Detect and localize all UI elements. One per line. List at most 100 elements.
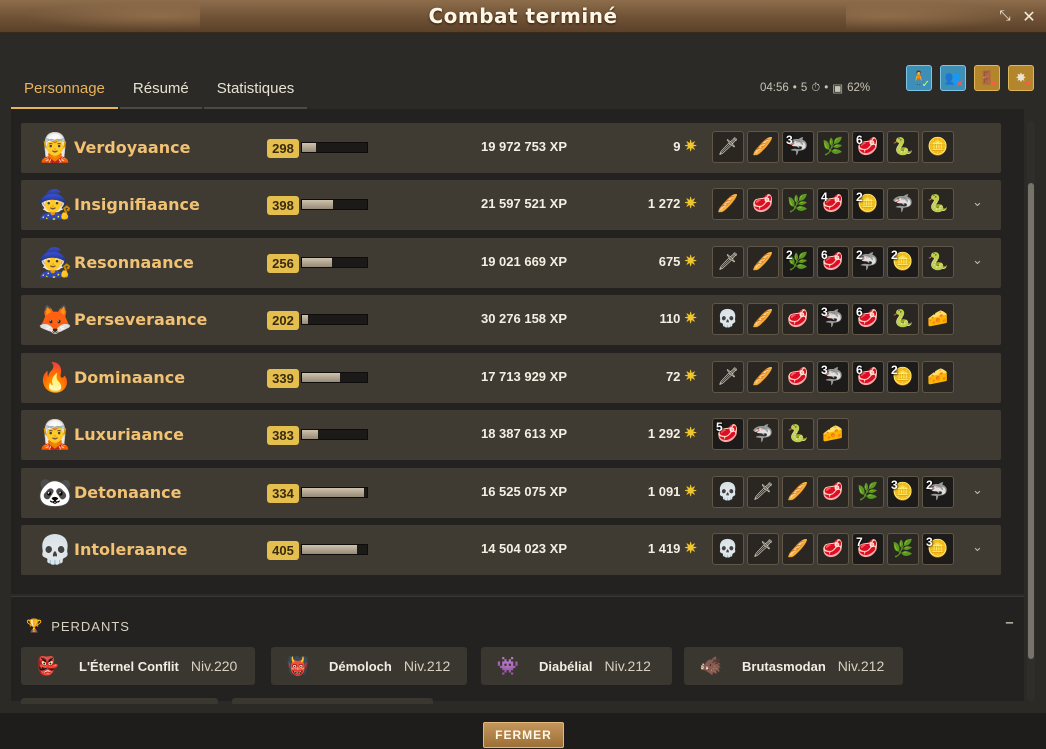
spectator-allowed-icon[interactable]: 🧍 ✓ — [906, 65, 932, 91]
loser-card[interactable]: 👾 Diabélial Niv.212 — [481, 647, 672, 685]
loot-slot[interactable]: 🪙 3 — [887, 476, 919, 508]
loot-slot[interactable]: 🦈 2 — [852, 246, 884, 278]
loot-slot[interactable]: 🥩 7 — [852, 533, 884, 565]
winner-row[interactable]: 🧝 Luxuriaance 383 18 387 613 XP 1 292 ✷ 🥩 5 🦈 🐍 🧀 — [21, 410, 1001, 460]
loot-slot[interactable]: 🦈 2 — [922, 476, 954, 508]
loot-slot[interactable]: 🌿 — [887, 533, 919, 565]
loot-slot[interactable]: 🥩 — [782, 361, 814, 393]
loot-slot[interactable]: 🪙 2 — [887, 246, 919, 278]
loot-slot[interactable]: 🌿 — [817, 131, 849, 163]
chevron-down-icon[interactable]: ⌄ — [972, 483, 983, 498]
loot-slot[interactable]: 🥩 6 — [852, 131, 884, 163]
loot-slot[interactable]: 🥖 — [712, 188, 744, 220]
loot-slot[interactable]: 🐍 — [782, 418, 814, 450]
chevron-down-icon[interactable]: ⌄ — [972, 540, 983, 555]
minimize-icon[interactable]: ⤡ — [996, 7, 1014, 25]
loser-card[interactable]: 🐗 Brutasmodan Niv.212 — [684, 647, 903, 685]
kama-icon: ✷ — [684, 425, 697, 442]
loot-slot[interactable]: 🐍 — [887, 131, 919, 163]
loot-slot[interactable]: 🪙 2 — [852, 188, 884, 220]
loot-slot[interactable]: 🥖 — [747, 361, 779, 393]
winner-row[interactable]: 🧝 Verdoyaance 298 19 972 753 XP 9 ✷ 🗡 🥖 🦈 3 🌿 🥩 6 🐍 🪙 — [21, 123, 1001, 173]
loot-slot[interactable]: 🗡 — [712, 131, 744, 163]
loot-slot[interactable]: 🗡 — [747, 533, 779, 565]
group-locked-icon[interactable]: 👥 ✕ — [940, 65, 966, 91]
loot-slot[interactable]: 🪙 2 — [887, 361, 919, 393]
loot-slot[interactable]: 💀 — [712, 303, 744, 335]
winner-row[interactable]: 🧙 Resonnaance 256 19 021 669 XP 675 ✷ 🗡 🥖 🌿 2 🥩 6 🦈 2… — [21, 238, 1001, 288]
loser-card[interactable]: 👺 L'Éternel Conflit Niv.220 — [21, 647, 255, 685]
loot-slot[interactable]: 🥖 — [782, 476, 814, 508]
loot-slot[interactable]: 🥖 — [747, 303, 779, 335]
loot-item-icon: 🥩 — [752, 194, 774, 214]
character-name[interactable]: Detonaance — [74, 483, 181, 502]
loot-slot[interactable]: 🐍 — [922, 246, 954, 278]
loot-slot[interactable]: 🥩 — [782, 303, 814, 335]
loot-slot[interactable]: 🥖 — [747, 246, 779, 278]
loot-slot[interactable]: 🌿 — [852, 476, 884, 508]
character-name[interactable]: Resonnaance — [74, 253, 194, 272]
challenge-icon[interactable]: ✸ ✕ — [1008, 65, 1034, 91]
loot-slot[interactable]: 💀 — [712, 533, 744, 565]
loot-slot[interactable]: 🧀 — [817, 418, 849, 450]
chevron-down-icon[interactable]: ⌄ — [972, 253, 983, 268]
loot-slot[interactable]: 🦈 3 — [817, 303, 849, 335]
loot-item-icon: 🌿 — [857, 482, 879, 502]
winner-row[interactable]: 🔥 Dominaance 339 17 713 929 XP 72 ✷ 🗡 🥖 🥩 🦈 3 🥩 6 🪙 2 🧀 — [21, 353, 1001, 403]
loot-slot[interactable]: 🥩 6 — [817, 246, 849, 278]
close-icon[interactable]: ✕ — [1020, 7, 1038, 26]
mode-icons: 🧍 ✓ 👥 ✕ 🚪 ✕ ✸ ✕ — [906, 65, 1034, 91]
loot-slot[interactable]: 🌿 — [782, 188, 814, 220]
loot-slot[interactable]: 🥩 — [747, 188, 779, 220]
loot-slot[interactable]: 🐍 — [922, 188, 954, 220]
loot-slot[interactable]: 🥩 — [817, 476, 849, 508]
loser-card[interactable]: 👹 Démoloch Niv.212 — [271, 647, 467, 685]
character-name[interactable]: Perseveraance — [74, 310, 207, 329]
loot-slot[interactable]: 🥖 — [747, 131, 779, 163]
tab-resume[interactable]: Résumé — [119, 75, 202, 109]
loot-slot[interactable]: 🥩 — [817, 533, 849, 565]
loot-slot[interactable]: 🪙 — [922, 131, 954, 163]
xp-gained: 14 504 023 XP — [480, 541, 567, 556]
timer-icon: ⏱ — [811, 81, 821, 94]
character-name[interactable]: Verdoyaance — [74, 138, 190, 157]
loot-slot[interactable]: 🦈 — [887, 188, 919, 220]
winner-row[interactable]: 💀 Intoleraance 405 14 504 023 XP 1 419 ✷ 💀 🗡 🥖 🥩 🥩… — [21, 525, 1001, 575]
winner-row[interactable]: 🧙 Insignifiaance 398 21 597 521 XP 1 272 ✷ 🥖 🥩 🌿… — [21, 180, 1001, 230]
loot-slot[interactable]: 🥩 5 — [712, 418, 744, 450]
loot-item-icon: 🐍 — [927, 194, 949, 214]
character-name[interactable]: Insignifiaance — [74, 195, 200, 214]
loser-name: Démoloch — [329, 658, 392, 674]
scrollbar-thumb[interactable] — [1028, 183, 1034, 659]
character-name[interactable]: Intoleraance — [74, 540, 188, 559]
winner-row[interactable]: 🦊 Perseveraance 202 30 276 158 XP 110 ✷ 💀 🥖 🥩 🦈 3 🥩… — [21, 295, 1001, 345]
loot-slot[interactable]: 🦈 3 — [782, 131, 814, 163]
loot-slot[interactable]: 🗡 — [712, 361, 744, 393]
collapse-icon[interactable]: – — [1005, 612, 1014, 633]
help-locked-icon[interactable]: 🚪 ✕ — [974, 65, 1000, 91]
close-button[interactable]: FERMER — [483, 722, 564, 748]
loot-slot[interactable]: 🗡 — [712, 246, 744, 278]
loot-slot[interactable]: 🦈 — [747, 418, 779, 450]
loot-slot[interactable]: 🧀 — [922, 303, 954, 335]
loser-card-partial — [232, 698, 433, 704]
loot-quantity: 2 — [891, 363, 898, 377]
loot-slot[interactable]: 🗡 — [747, 476, 779, 508]
fight-meta: 04:56 • 5 ⏱ • ▣ 62% — [760, 81, 870, 96]
character-name[interactable]: Luxuriaance — [74, 425, 184, 444]
loot-slot[interactable]: 🪙 3 — [922, 533, 954, 565]
character-name[interactable]: Dominaance — [74, 368, 185, 387]
loot-slot[interactable]: 🧀 — [922, 361, 954, 393]
loot-slot[interactable]: 🌿 2 — [782, 246, 814, 278]
loot-slot[interactable]: 🥩 4 — [817, 188, 849, 220]
loot-slot[interactable]: 🦈 3 — [817, 361, 849, 393]
tab-statistiques[interactable]: Statistiques — [203, 75, 308, 109]
winner-row[interactable]: 🐼 Detonaance 334 16 525 075 XP 1 091 ✷ 💀 🗡 🥖 🥩 🌿 🪙 3… — [21, 468, 1001, 518]
chevron-down-icon[interactable]: ⌄ — [972, 195, 983, 210]
loot-slot[interactable]: 🥩 6 — [852, 303, 884, 335]
loot-slot[interactable]: 🥩 6 — [852, 361, 884, 393]
loot-slot[interactable]: 🥖 — [782, 533, 814, 565]
tab-personnage[interactable]: Personnage — [11, 75, 118, 109]
loot-slot[interactable]: 🐍 — [887, 303, 919, 335]
loot-slot[interactable]: 💀 — [712, 476, 744, 508]
